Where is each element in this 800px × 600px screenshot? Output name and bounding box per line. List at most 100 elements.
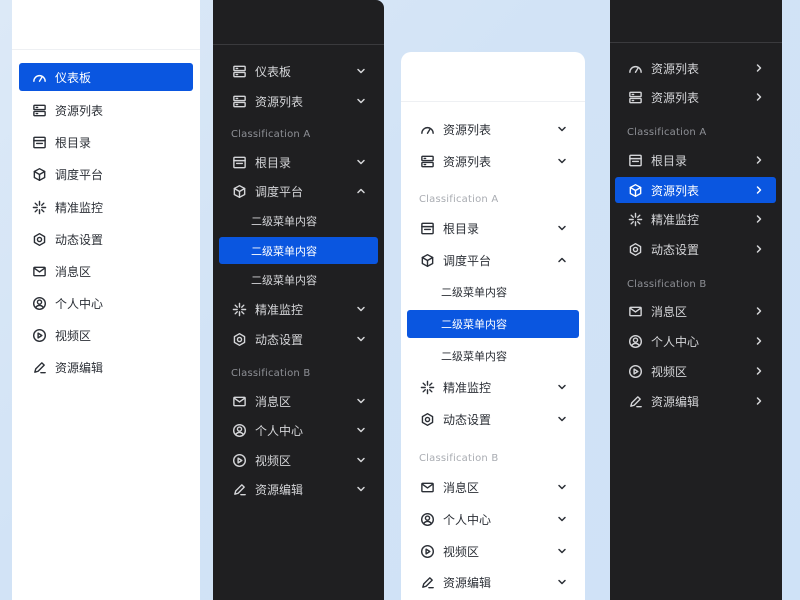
- sidebar-item-monitor[interactable]: 精准监控: [19, 193, 193, 221]
- chevron-right-icon: [754, 92, 764, 102]
- chevron-down-icon: [557, 382, 567, 392]
- chevron-up-icon: [356, 186, 366, 196]
- sidebar-panel-light-expanded: 资源列表 资源列表 Classification A 根目录 调度平台 二级菜单…: [401, 52, 585, 600]
- chevron-down-icon: [356, 157, 366, 167]
- server-icon: [419, 153, 435, 169]
- sidebar-item-monitor[interactable]: 精准监控: [219, 296, 378, 322]
- chevron-right-icon: [754, 214, 764, 224]
- window-icon: [627, 152, 643, 168]
- user-circle-icon: [31, 295, 47, 311]
- section-title-b: Classification B: [231, 368, 311, 379]
- sparkle-icon: [31, 199, 47, 215]
- user-circle-icon: [231, 422, 247, 438]
- sidebar-item-messages[interactable]: 消息区: [615, 298, 776, 324]
- sidebar-item-settings[interactable]: 动态设置: [19, 225, 193, 253]
- sidebar-item-dashboard[interactable]: 仪表板: [19, 63, 193, 91]
- window-icon: [31, 134, 47, 150]
- sidebar-item-video[interactable]: 视频区: [615, 358, 776, 384]
- sidebar-header: [401, 52, 585, 102]
- sidebar-item-resource-list[interactable]: 资源列表: [407, 115, 579, 143]
- sidebar-item-root[interactable]: 根目录: [615, 147, 776, 173]
- submenu-item[interactable]: 二级菜单内容: [219, 267, 378, 293]
- hexagon-gear-icon: [31, 231, 47, 247]
- sidebar-item-monitor[interactable]: 精准监控: [615, 206, 776, 232]
- sidebar-item-resource-list[interactable]: 资源列表: [219, 88, 378, 114]
- sidebar-item-editor[interactable]: 资源编辑: [615, 388, 776, 414]
- sidebar-item-editor[interactable]: 资源编辑: [19, 353, 193, 381]
- sidebar-item-root[interactable]: 根目录: [219, 149, 378, 175]
- chevron-down-icon: [557, 156, 567, 166]
- sidebar-item-resource-list-active[interactable]: 资源列表: [615, 177, 776, 203]
- sidebar-item-video[interactable]: 视频区: [19, 321, 193, 349]
- sidebar-item-settings[interactable]: 动态设置: [615, 236, 776, 262]
- server-icon: [231, 63, 247, 79]
- chevron-down-icon: [557, 482, 567, 492]
- sidebar-item-settings[interactable]: 动态设置: [407, 405, 579, 433]
- sidebar-item-profile[interactable]: 个人中心: [407, 505, 579, 533]
- sidebar-item-scheduler[interactable]: 调度平台: [407, 246, 579, 274]
- sidebar-item-profile[interactable]: 个人中心: [219, 417, 378, 443]
- window-icon: [231, 154, 247, 170]
- sidebar-item-resource-list[interactable]: 资源列表: [19, 96, 193, 124]
- sidebar-item-messages[interactable]: 消息区: [19, 257, 193, 285]
- sidebar-item-scheduler[interactable]: 调度平台: [19, 160, 193, 188]
- pen-icon: [231, 481, 247, 497]
- chevron-right-icon: [754, 244, 764, 254]
- section-title-b: Classification B: [627, 279, 707, 290]
- cube-icon: [231, 183, 247, 199]
- chevron-down-icon: [356, 304, 366, 314]
- sidebar-item-editor[interactable]: 资源编辑: [407, 568, 579, 596]
- sidebar-item-resource-list-2[interactable]: 资源列表: [407, 147, 579, 175]
- hexagon-gear-icon: [231, 331, 247, 347]
- chevron-right-icon: [754, 396, 764, 406]
- sidebar-item-monitor[interactable]: 精准监控: [407, 373, 579, 401]
- chevron-down-icon: [557, 546, 567, 556]
- sidebar-item-video[interactable]: 视频区: [407, 537, 579, 565]
- gauge-icon: [627, 60, 643, 76]
- submenu-item[interactable]: 二级菜单内容: [219, 208, 378, 234]
- pen-icon: [419, 574, 435, 590]
- cube-icon: [419, 252, 435, 268]
- sidebar-item-resource-list[interactable]: 资源列表: [615, 55, 776, 81]
- sparkle-icon: [419, 379, 435, 395]
- user-circle-icon: [419, 511, 435, 527]
- sidebar-item-messages[interactable]: 消息区: [407, 473, 579, 501]
- user-circle-icon: [627, 333, 643, 349]
- server-icon: [31, 102, 47, 118]
- chevron-down-icon: [356, 334, 366, 344]
- sidebar-item-profile[interactable]: 个人中心: [19, 289, 193, 317]
- window-icon: [419, 220, 435, 236]
- sidebar-item-editor[interactable]: 资源编辑: [219, 476, 378, 502]
- sidebar-item-resource-list-2[interactable]: 资源列表: [615, 84, 776, 110]
- play-circle-icon: [231, 452, 247, 468]
- sidebar-header: [12, 0, 200, 50]
- submenu-item-active[interactable]: 二级菜单内容: [407, 310, 579, 338]
- chevron-right-icon: [754, 63, 764, 73]
- pen-icon: [627, 393, 643, 409]
- sidebar-item-root[interactable]: 根目录: [407, 214, 579, 242]
- cube-icon: [627, 182, 643, 198]
- sidebar-item-root[interactable]: 根目录: [19, 128, 193, 156]
- mail-icon: [419, 479, 435, 495]
- section-title-a: Classification A: [627, 127, 707, 138]
- chevron-right-icon: [754, 306, 764, 316]
- submenu-item[interactable]: 二级菜单内容: [407, 342, 579, 370]
- sidebar-header: [610, 0, 782, 43]
- sidebar-item-messages[interactable]: 消息区: [219, 388, 378, 414]
- chevron-down-icon: [557, 414, 567, 424]
- chevron-down-icon: [356, 425, 366, 435]
- submenu-item[interactable]: 二级菜单内容: [407, 278, 579, 306]
- sidebar-item-scheduler[interactable]: 调度平台: [219, 178, 378, 204]
- section-title-a: Classification A: [231, 129, 311, 140]
- sidebar-item-dashboard[interactable]: 仪表板: [219, 58, 378, 84]
- sidebar-item-profile[interactable]: 个人中心: [615, 328, 776, 354]
- play-circle-icon: [31, 327, 47, 343]
- hexagon-gear-icon: [419, 411, 435, 427]
- submenu-item-active[interactable]: 二级菜单内容: [219, 237, 378, 264]
- sidebar-item-video[interactable]: 视频区: [219, 447, 378, 473]
- sidebar-item-settings[interactable]: 动态设置: [219, 326, 378, 352]
- chevron-down-icon: [356, 96, 366, 106]
- sidebar-panel-light-flat: 仪表板 资源列表 根目录 调度平台 精准监控 动态设置 消息区 个人中心 视频区…: [12, 0, 200, 600]
- chevron-down-icon: [356, 484, 366, 494]
- chevron-right-icon: [754, 336, 764, 346]
